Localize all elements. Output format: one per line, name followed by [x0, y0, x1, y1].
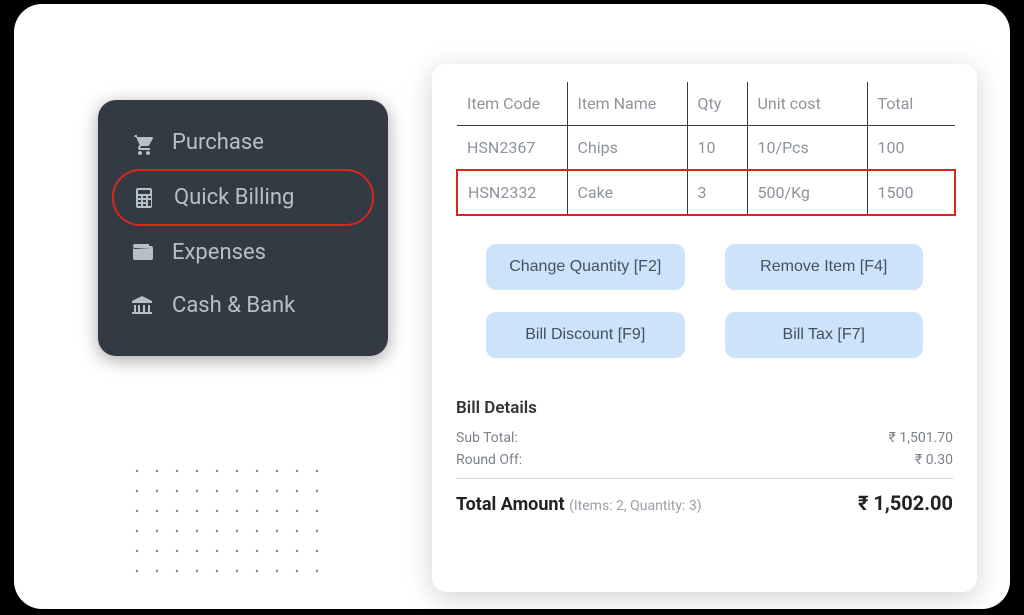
sub-total-label: Sub Total:: [456, 430, 518, 446]
th-total: Total: [867, 82, 955, 126]
cell-unit: 500/Kg: [747, 170, 867, 215]
dot-pattern: [132, 466, 322, 576]
total-amount-value: ₹ 1,502.00: [858, 491, 953, 515]
cell-unit: 10/Pcs: [747, 126, 867, 171]
table-row[interactable]: HSN2367 Chips 10 10/Pcs 100: [457, 126, 955, 171]
remove-item-button[interactable]: Remove Item [F4]: [725, 244, 924, 290]
cell-code: HSN2367: [457, 126, 567, 171]
sidebar-item-purchase[interactable]: Purchase: [112, 116, 374, 169]
table-row[interactable]: HSN2332 Cake 3 500/Kg 1500: [457, 170, 955, 215]
action-buttons: Change Quantity [F2] Remove Item [F4] Bi…: [486, 244, 923, 358]
wallet-icon: [130, 241, 154, 265]
sidebar-item-label: Purchase: [172, 130, 264, 155]
bill-details: Bill Details Sub Total: ₹ 1,501.70 Round…: [456, 398, 953, 515]
sidebar: Purchase Quick Billing Expenses Cash & B…: [98, 100, 388, 356]
table-header-row: Item Code Item Name Qty Unit cost Total: [457, 82, 955, 126]
th-item-code: Item Code: [457, 82, 567, 126]
cart-icon: [130, 131, 154, 155]
cell-name: Chips: [567, 126, 687, 171]
cell-qty: 3: [687, 170, 747, 215]
th-qty: Qty: [687, 82, 747, 126]
total-amount-label: Total Amount: [456, 494, 565, 515]
total-amount-sub: (Items: 2, Quantity: 3): [569, 498, 702, 514]
cell-qty: 10: [687, 126, 747, 171]
billing-card: Item Code Item Name Qty Unit cost Total …: [432, 64, 977, 592]
sidebar-item-label: Expenses: [172, 240, 266, 265]
sidebar-item-label: Quick Billing: [174, 185, 294, 210]
change-quantity-button[interactable]: Change Quantity [F2]: [486, 244, 685, 290]
cell-code: HSN2332: [457, 170, 567, 215]
sidebar-item-expenses[interactable]: Expenses: [112, 226, 374, 279]
separator: [456, 478, 953, 479]
sidebar-item-quick-billing[interactable]: Quick Billing: [112, 169, 374, 226]
sidebar-item-cash-bank[interactable]: Cash & Bank: [112, 279, 374, 332]
round-off-label: Round Off:: [456, 452, 522, 468]
round-off-value: ₹ 0.30: [915, 452, 953, 468]
items-table: Item Code Item Name Qty Unit cost Total …: [456, 82, 956, 216]
bank-icon: [130, 294, 154, 318]
cell-name: Cake: [567, 170, 687, 215]
bill-tax-button[interactable]: Bill Tax [F7]: [725, 312, 924, 358]
th-unit-cost: Unit cost: [747, 82, 867, 126]
bill-discount-button[interactable]: Bill Discount [F9]: [486, 312, 685, 358]
sub-total-value: ₹ 1,501.70: [889, 430, 953, 446]
th-item-name: Item Name: [567, 82, 687, 126]
calculator-icon: [132, 186, 156, 210]
bill-details-title: Bill Details: [456, 398, 953, 418]
cell-total: 1500: [867, 170, 955, 215]
sidebar-item-label: Cash & Bank: [172, 293, 295, 318]
cell-total: 100: [867, 126, 955, 171]
